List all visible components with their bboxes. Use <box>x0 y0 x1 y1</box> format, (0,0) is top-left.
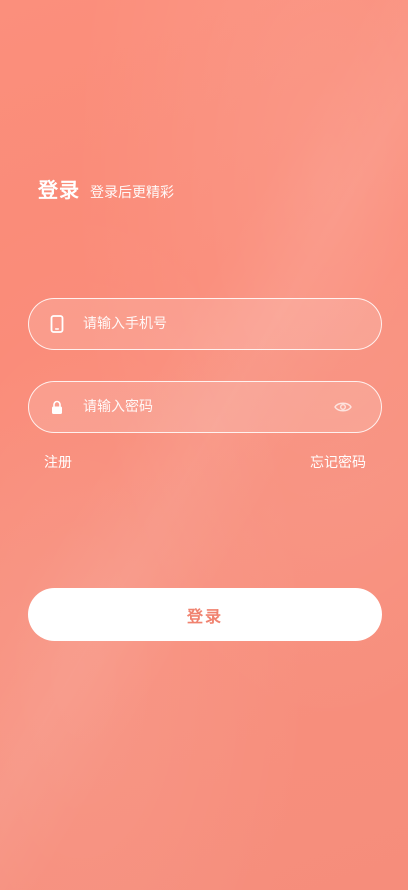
background-texture <box>0 0 408 890</box>
lock-icon <box>47 397 67 417</box>
password-field[interactable] <box>28 381 382 433</box>
register-link[interactable]: 注册 <box>44 452 72 472</box>
password-input[interactable] <box>83 382 333 432</box>
eye-icon[interactable] <box>333 397 353 417</box>
auth-links: 注册 忘记密码 <box>44 452 366 472</box>
login-button[interactable]: 登录 <box>28 588 382 641</box>
page-title: 登录 <box>38 178 80 202</box>
phone-field[interactable] <box>28 298 382 350</box>
phone-input[interactable] <box>83 299 381 349</box>
phone-icon <box>47 314 67 334</box>
page-subtitle: 登录后更精彩 <box>90 185 174 201</box>
login-header: 登录 登录后更精彩 <box>38 174 174 203</box>
forgot-password-link[interactable]: 忘记密码 <box>310 452 366 472</box>
